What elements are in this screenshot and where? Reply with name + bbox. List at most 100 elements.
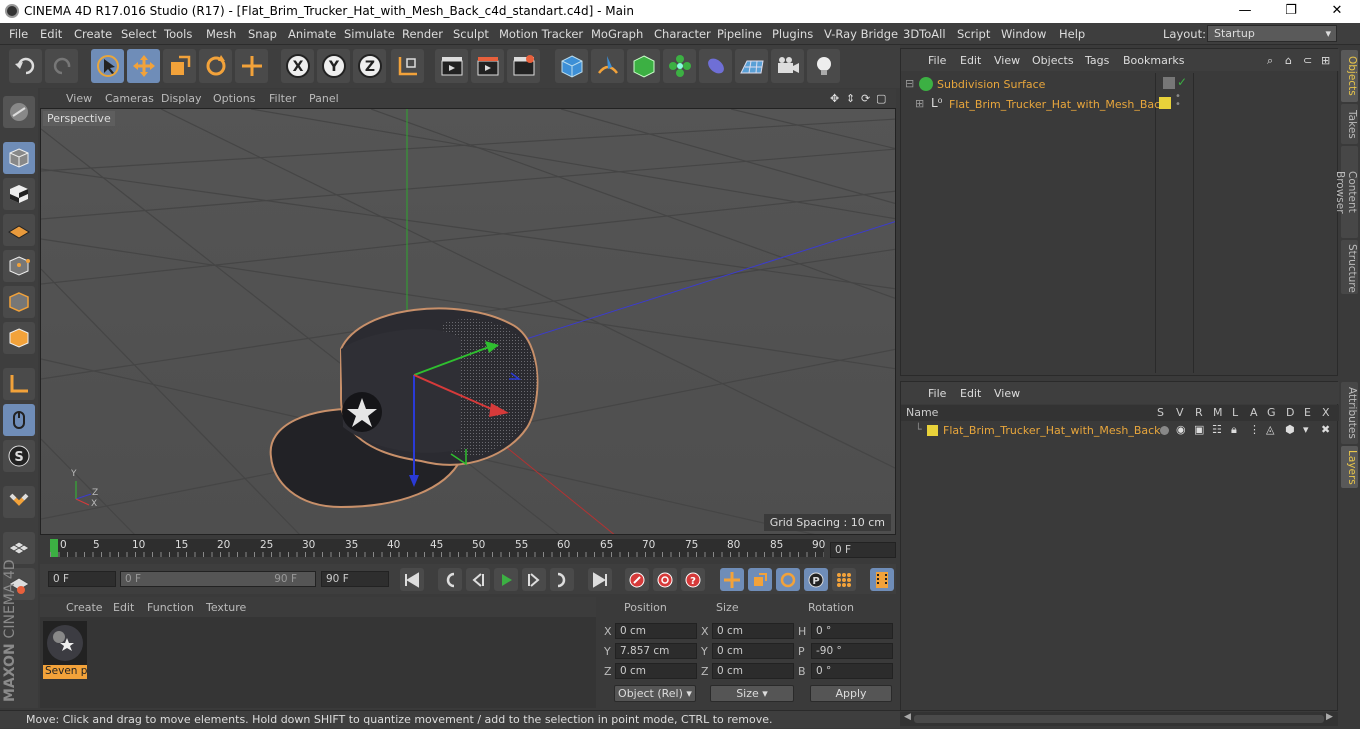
key-rotation-button[interactable] (776, 568, 800, 591)
viewport-rotate-icon[interactable]: ⟳ (861, 92, 870, 105)
current-frame-field[interactable]: 0 F (830, 542, 896, 558)
coordinate-mode-select[interactable]: Object (Rel) ▾ (614, 685, 696, 702)
menu-plugins[interactable]: Plugins (772, 27, 813, 41)
render-icon[interactable]: ▣ (1194, 423, 1204, 436)
render-settings-button[interactable] (507, 49, 540, 83)
menu-edit[interactable]: Edit (40, 27, 62, 41)
texture-mode-button[interactable] (3, 178, 35, 210)
end-frame-field[interactable]: 90 F (321, 571, 389, 587)
object-menu-view[interactable]: View (994, 54, 1020, 67)
rot-b-field[interactable]: 0 ° (811, 663, 893, 679)
menu-render[interactable]: Render (402, 27, 443, 41)
cube-object-button[interactable] (555, 49, 588, 83)
column-r[interactable]: R (1195, 406, 1203, 419)
column-l[interactable]: L (1232, 406, 1238, 419)
pos-z-field[interactable]: 0 cm (615, 663, 697, 679)
menu-file[interactable]: File (9, 27, 28, 41)
column-e[interactable]: E (1304, 406, 1311, 419)
apply-button[interactable]: Apply (810, 685, 892, 702)
manager-icon[interactable]: ☷ (1212, 423, 1222, 436)
collapse-icon[interactable]: ⊟ (905, 77, 914, 90)
tab-content-browser[interactable]: Content Browser (1334, 146, 1358, 238)
layer-color-swatch[interactable] (1159, 97, 1171, 109)
generator-icon[interactable]: ◬ (1266, 423, 1274, 436)
key-parameter-button[interactable]: P (804, 568, 828, 591)
column-name[interactable]: Name (906, 406, 938, 419)
viewport-menu-view[interactable]: View (66, 92, 92, 105)
edges-mode-button[interactable] (3, 286, 35, 318)
viewport-menu-display[interactable]: Display (161, 92, 202, 105)
scroll-right-icon[interactable]: ▶ (1326, 712, 1333, 722)
lock-y-axis-button[interactable]: Y (317, 49, 350, 83)
go-to-start-button[interactable] (400, 568, 424, 591)
frame-range-slider[interactable]: 0 F 90 F (120, 571, 316, 587)
light-button[interactable] (807, 49, 840, 83)
layer-menu-view[interactable]: View (994, 387, 1020, 400)
menu-motion-tracker[interactable]: Motion Tracker (499, 27, 583, 41)
menu-animate[interactable]: Animate (288, 27, 336, 41)
start-frame-field[interactable]: 0 F (48, 571, 116, 587)
menu-mesh[interactable]: Mesh (206, 27, 236, 41)
record-keys-button[interactable] (625, 568, 649, 591)
material-menu-create[interactable]: Create (66, 601, 103, 614)
column-v[interactable]: V (1176, 406, 1184, 419)
make-editable-button[interactable] (3, 96, 35, 128)
magnet-button[interactable] (3, 486, 35, 518)
viewport-scroll-icon[interactable]: ⇕ (846, 92, 855, 105)
rot-p-field[interactable]: -90 ° (811, 643, 893, 659)
menu-select[interactable]: Select (121, 27, 156, 41)
expression-icon[interactable]: ▾ (1303, 423, 1309, 436)
render-view-button[interactable] (435, 49, 468, 83)
layer-tag-icon[interactable] (1163, 77, 1175, 89)
polygons-mode-button[interactable] (3, 322, 35, 354)
menu-3dtoall[interactable]: 3DToAll (903, 27, 946, 41)
eye-icon[interactable]: ◉ (1176, 423, 1186, 436)
layer-menu-file[interactable]: File (928, 387, 946, 400)
home-icon[interactable]: ⌂ (1285, 54, 1292, 67)
material-menu-texture[interactable]: Texture (206, 601, 246, 614)
menu-create[interactable]: Create (74, 27, 112, 41)
scrollbar-thumb[interactable] (914, 715, 1324, 723)
new-panel-icon[interactable]: ⊞ (1321, 54, 1330, 67)
viewport-3d[interactable]: Y X Z Perspective Grid Spacing : 10 cm (40, 108, 896, 535)
tree-item-subdivision[interactable]: ⊟ Subdivision Surface (905, 77, 1155, 93)
viewport-menu-panel[interactable]: Panel (309, 92, 339, 105)
menu-vray-bridge[interactable]: V-Ray Bridge (824, 27, 898, 41)
key-scale-button[interactable] (748, 568, 772, 591)
tree-item-hat[interactable]: ⊞ L⁰ Flat_Brim_Trucker_Hat_with_Mesh_Bac… (915, 96, 1167, 113)
tab-takes[interactable]: Takes (1341, 104, 1358, 144)
previous-frame-button[interactable] (466, 568, 490, 591)
column-g[interactable]: G (1267, 406, 1276, 419)
object-menu-bookmarks[interactable]: Bookmarks (1123, 54, 1184, 67)
play-button[interactable] (494, 568, 518, 591)
scroll-left-icon[interactable]: ◀ (904, 712, 911, 722)
size-y-field[interactable]: 0 cm (712, 643, 794, 659)
tab-attributes[interactable]: Attributes (1341, 382, 1358, 444)
key-position-button[interactable] (720, 568, 744, 591)
menu-sculpt[interactable]: Sculpt (453, 27, 489, 41)
tab-layers[interactable]: Layers (1341, 446, 1358, 488)
timeline-window-button[interactable] (870, 568, 894, 591)
maximize-button[interactable]: ❐ (1268, 0, 1314, 23)
lock-x-axis-button[interactable]: X (281, 49, 314, 83)
rotate-tool-button[interactable] (199, 49, 232, 83)
column-x[interactable]: X (1322, 406, 1330, 419)
viewport-move-icon[interactable]: ✥ (830, 92, 839, 105)
horizontal-scrollbar[interactable]: ◀ ▶ (900, 712, 1338, 726)
axis-mode-button[interactable] (3, 368, 35, 400)
lock-icon[interactable]: 🔒︎ (1231, 423, 1237, 437)
material-menu-edit[interactable]: Edit (113, 601, 134, 614)
workplane-mode-button[interactable] (3, 214, 35, 246)
camera-label[interactable]: Perspective (43, 111, 115, 126)
next-frame-button[interactable] (522, 568, 546, 591)
menu-help[interactable]: Help (1059, 27, 1085, 41)
snapping-button[interactable]: S (3, 440, 35, 472)
live-selection-button[interactable] (91, 49, 124, 83)
layer-menu-edit[interactable]: Edit (960, 387, 981, 400)
autokeying-button[interactable] (653, 568, 677, 591)
tab-structure[interactable]: Structure (1341, 240, 1358, 294)
viewport-menu-cameras[interactable]: Cameras (105, 92, 154, 105)
menu-tools[interactable]: Tools (164, 27, 192, 41)
pos-x-field[interactable]: 0 cm (615, 623, 697, 639)
deformer-icon[interactable]: ⬢ (1285, 423, 1295, 436)
